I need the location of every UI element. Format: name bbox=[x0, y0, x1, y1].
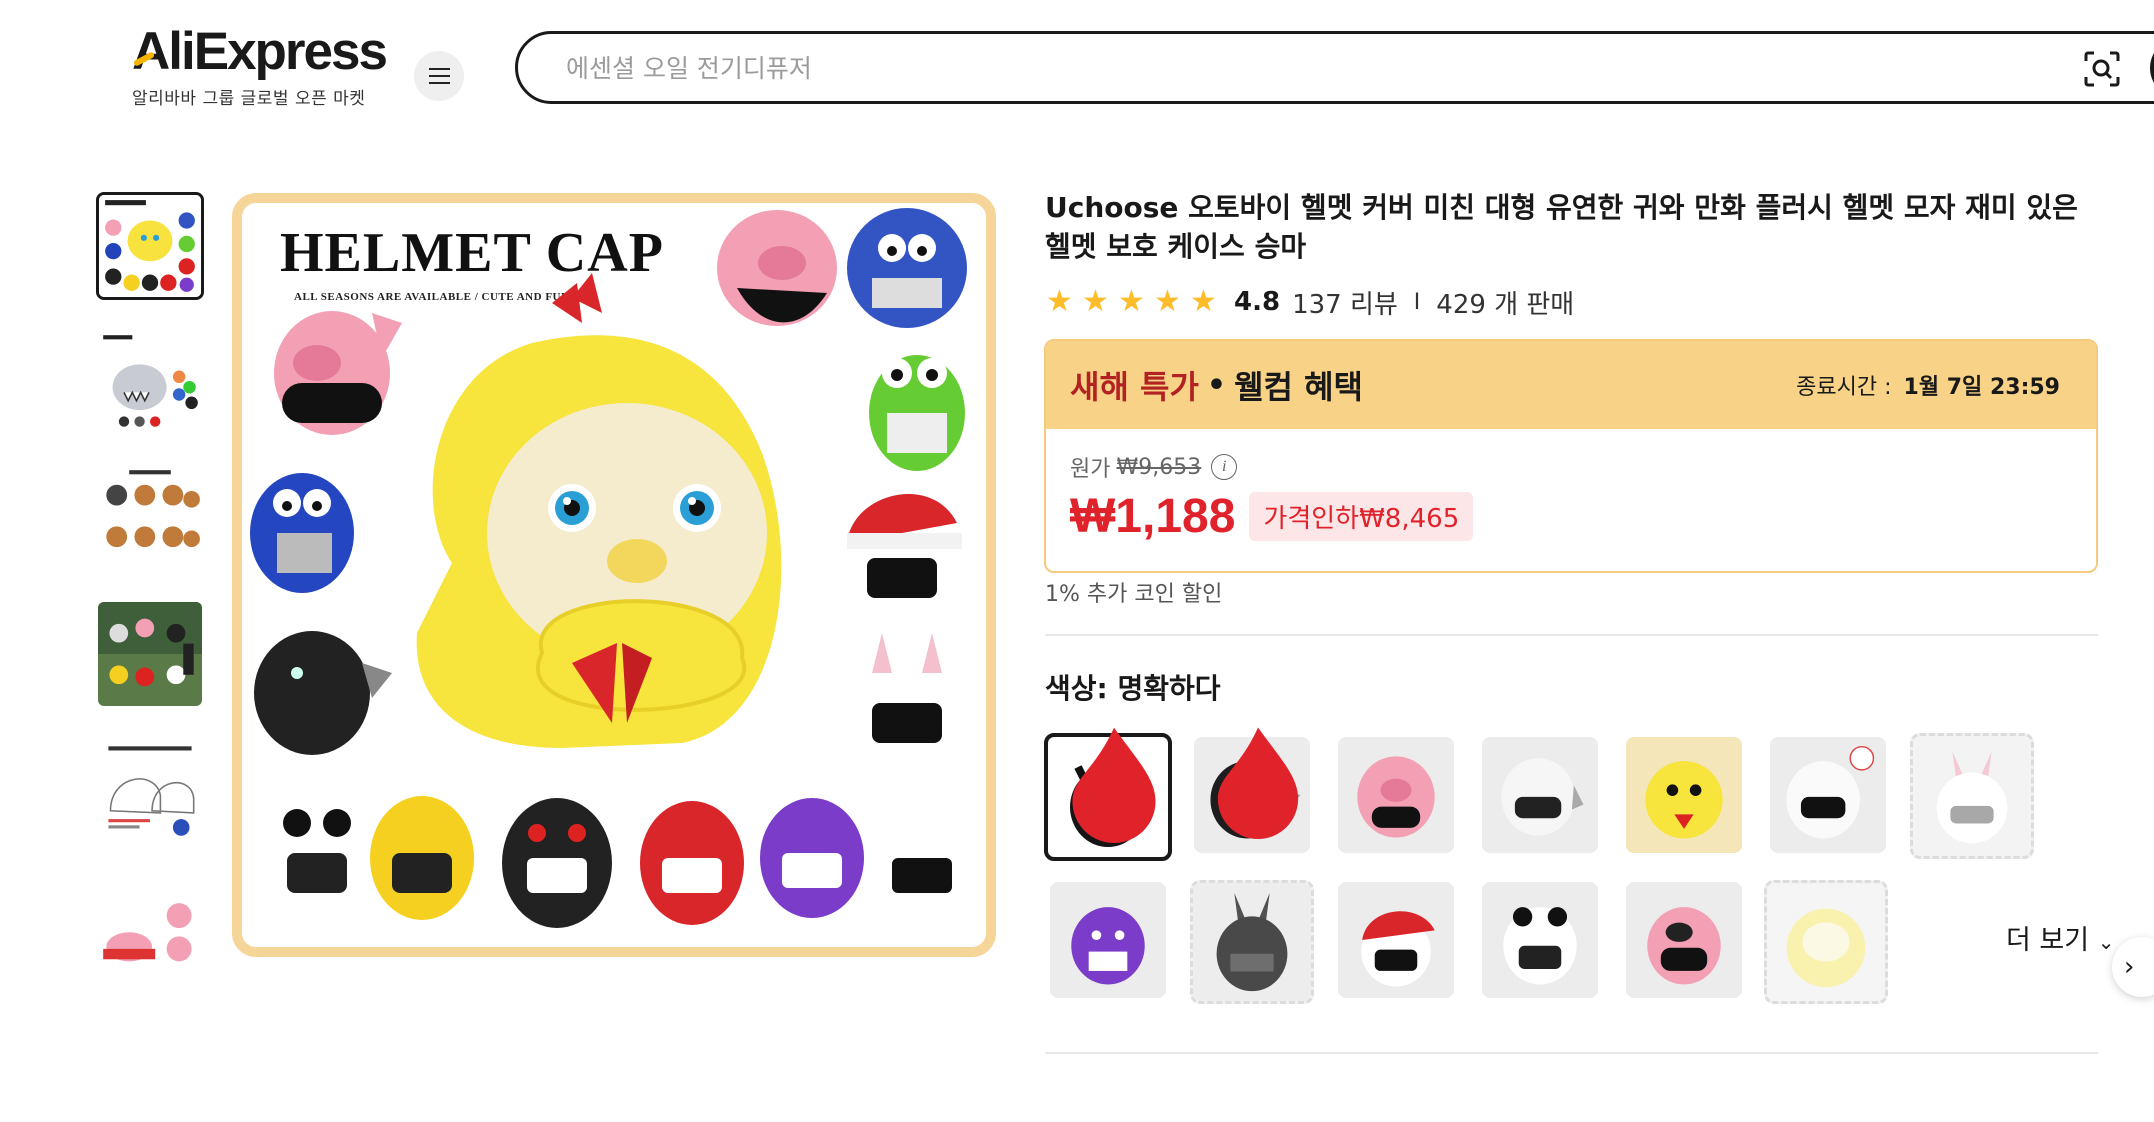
star-icon: ★ bbox=[1046, 284, 1073, 319]
yellow-chick-helmet-image bbox=[1626, 737, 1742, 853]
color-option-black-rabbit[interactable] bbox=[1190, 880, 1314, 1004]
aliexpress-logo[interactable]: AliExpress 알리바바 그룹 글로벌 오픈 마켓 bbox=[132, 22, 392, 109]
color-option-pink-pig[interactable] bbox=[1338, 737, 1454, 853]
pink-pig-helmet-image bbox=[1338, 737, 1454, 853]
color-option-pink-dog[interactable] bbox=[1626, 882, 1742, 998]
deal-name: 새해 특가 bbox=[1070, 368, 1199, 406]
deal-dot: • bbox=[1206, 367, 1227, 403]
star-rating: ★ ★ ★ ★ ★ bbox=[1046, 284, 1218, 319]
hot-flame-icon bbox=[1217, 727, 1299, 839]
color-option-purple-devil[interactable] bbox=[1050, 882, 1166, 998]
separator: I bbox=[1413, 289, 1421, 315]
original-price-row: 원가 ₩9,653 i bbox=[1070, 451, 2072, 483]
search-input[interactable] bbox=[566, 52, 1466, 84]
bottom-helmets bbox=[262, 793, 974, 928]
panda-helmet-image bbox=[1482, 882, 1598, 998]
deal-end-value: 1월 7일 23:59 bbox=[1903, 375, 2060, 400]
color-label: 색상: 명확하다 bbox=[1045, 672, 1221, 705]
thumbnail-image bbox=[98, 738, 202, 842]
sold-count: 429 개 판매 bbox=[1436, 289, 1575, 320]
green-frog-helmet bbox=[869, 355, 965, 471]
thumbnail-5[interactable] bbox=[96, 736, 204, 844]
discount-badge: 가격인하₩8,465 bbox=[1249, 492, 1474, 541]
blue-monster-helmet bbox=[847, 208, 967, 328]
thumbnail-1[interactable] bbox=[96, 192, 204, 300]
search-bar bbox=[515, 31, 2154, 104]
product-title: Uchoose 오토바이 헬멧 커버 미친 대형 유연한 귀와 만화 플러시 헬… bbox=[1045, 191, 2078, 263]
thumbnail-2[interactable] bbox=[96, 328, 204, 436]
deal-box: 새해 특가 • 웰컴 혜택 종료시간 : 1월 7일 23:59 원가 ₩9,65… bbox=[1044, 339, 2098, 573]
logo-text: AliExpress bbox=[132, 22, 388, 81]
info-icon[interactable]: i bbox=[1211, 454, 1238, 480]
price-row: ₩1,188 가격인하₩8,465 bbox=[1070, 489, 2072, 544]
deal-end-time: 종료시간 : 1월 7일 23:59 bbox=[1796, 369, 2060, 401]
santa-hat-helmet-image bbox=[1338, 882, 1454, 998]
color-option-panda[interactable] bbox=[1482, 882, 1598, 998]
black-dragon-helmet bbox=[254, 631, 392, 755]
show-more-colors[interactable]: 더 보기 ⌄ bbox=[2006, 918, 2114, 957]
star-icon: ★ bbox=[1154, 284, 1181, 319]
thumbnail-6[interactable] bbox=[96, 872, 204, 980]
white-shark-helmet-image bbox=[1482, 737, 1598, 853]
white-unicorn-helmet-image bbox=[1770, 737, 1886, 853]
original-price: ₩9,653 bbox=[1116, 454, 1202, 480]
chevron-right-icon[interactable]: › bbox=[2112, 937, 2154, 997]
deal-header: 새해 특가 • 웰컴 혜택 종료시간 : 1월 7일 23:59 bbox=[1046, 341, 2096, 429]
color-option-black-devil[interactable] bbox=[1044, 727, 1172, 861]
thumbnail-3[interactable] bbox=[96, 464, 204, 572]
thumbnail-image bbox=[98, 330, 202, 434]
thumbnail-list bbox=[96, 192, 206, 1008]
santa-helmet bbox=[847, 494, 962, 621]
black-rabbit-helmet-image bbox=[1193, 883, 1311, 1001]
color-option-white-unicorn[interactable] bbox=[1770, 737, 1886, 853]
rating-row[interactable]: ★ ★ ★ ★ ★ 4.8 137 리뷰 I 429 개 판매 bbox=[1046, 282, 1574, 322]
helmet-collage-illustration bbox=[250, 208, 974, 928]
blue-cookie-helmet bbox=[250, 473, 354, 593]
divider bbox=[1045, 634, 2098, 636]
main-product-image[interactable]: HELMET CAP ALL SEASONS ARE AVAILABLE / C… bbox=[232, 193, 996, 957]
pig-helmet-2 bbox=[717, 210, 837, 326]
coin-discount[interactable]: 1% 추가 코인 할인 bbox=[1045, 576, 1222, 608]
color-option-yellow-chick[interactable] bbox=[1626, 737, 1742, 853]
deal-end-label: 종료시간 : bbox=[1796, 375, 1892, 400]
white-rabbit-helmet-image bbox=[1913, 737, 2031, 855]
thumbnail-image bbox=[98, 466, 202, 570]
white-rabbit-helmet bbox=[855, 633, 959, 771]
rating-value: 4.8 bbox=[1234, 287, 1281, 317]
thumbnail-image bbox=[98, 874, 202, 978]
thumbnail-image bbox=[99, 195, 201, 297]
image-search-icon[interactable] bbox=[2083, 50, 2121, 88]
chevron-down-icon: ⌄ bbox=[2097, 930, 2115, 954]
logo-subtitle: 알리바바 그룹 글로벌 오픈 마켓 bbox=[132, 89, 366, 109]
pink-dog-helmet-image bbox=[1626, 882, 1742, 998]
purple-devil-helmet-image bbox=[1050, 882, 1166, 998]
search-button[interactable] bbox=[2150, 38, 2154, 98]
show-more-label: 더 보기 bbox=[2006, 925, 2090, 956]
star-icon: ★ bbox=[1082, 284, 1109, 319]
star-icon: ★ bbox=[1190, 284, 1217, 319]
price-section: 원가 ₩9,653 i ₩1,188 가격인하₩8,465 bbox=[1046, 429, 2096, 566]
color-option-santa-hat[interactable] bbox=[1338, 882, 1454, 998]
sale-price: ₩1,188 bbox=[1070, 490, 1236, 543]
deal-welcome: 웰컴 혜택 bbox=[1234, 368, 1363, 406]
color-option-white-shark[interactable] bbox=[1482, 737, 1598, 853]
color-option-yellow-chick-light[interactable] bbox=[1764, 880, 1888, 1004]
review-count[interactable]: 137 리뷰 bbox=[1292, 284, 1398, 321]
star-icon: ★ bbox=[1118, 284, 1145, 319]
hamburger-icon bbox=[428, 75, 450, 77]
thumbnail-image bbox=[98, 602, 202, 706]
yellow-chick-light-helmet-image bbox=[1767, 883, 1885, 1001]
menu-button[interactable] bbox=[414, 51, 464, 101]
hot-flame-icon bbox=[1072, 727, 1156, 843]
original-price-label: 원가 bbox=[1070, 457, 1111, 482]
thumbnail-4[interactable] bbox=[96, 600, 204, 708]
color-option-white-rabbit[interactable] bbox=[1910, 733, 2034, 859]
pig-helmet bbox=[274, 311, 402, 435]
divider bbox=[1045, 1052, 2098, 1054]
color-option-black-dragon[interactable] bbox=[1194, 727, 1310, 853]
